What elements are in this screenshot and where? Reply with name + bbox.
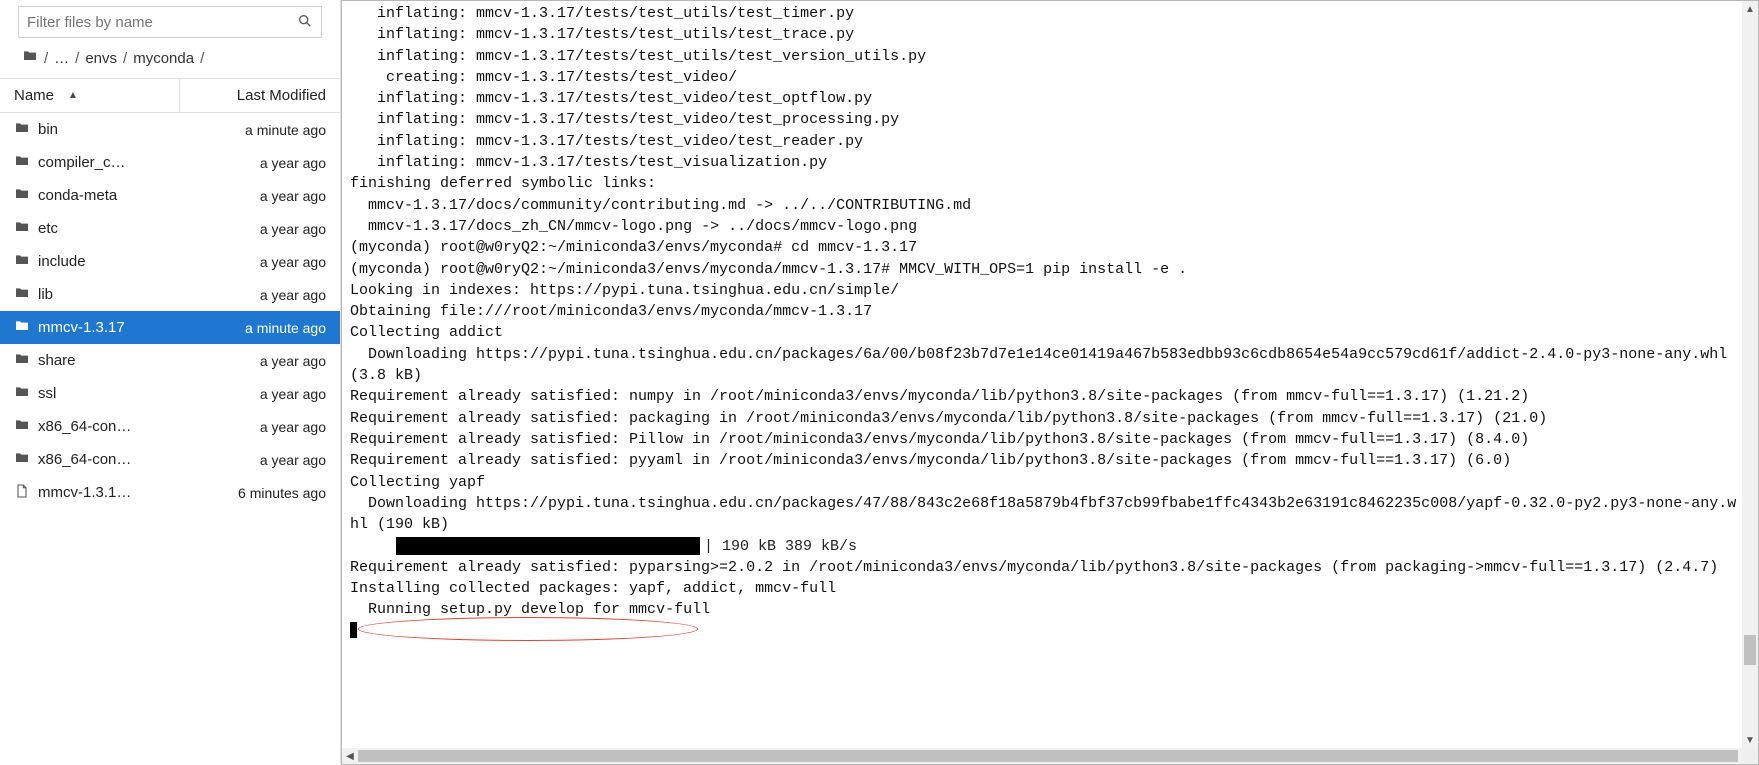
breadcrumb-sep: / (75, 50, 79, 67)
file-modified: a year ago (176, 254, 326, 270)
column-header-modified[interactable]: Last Modified (180, 79, 340, 112)
file-row[interactable]: includea year ago (0, 245, 340, 278)
file-modified: a year ago (176, 155, 326, 171)
file-list[interactable]: bina minute agocompiler_c…a year agocond… (0, 113, 340, 765)
folder-icon (14, 318, 38, 338)
column-header-name-label: Name (14, 87, 54, 104)
file-modified: a year ago (176, 353, 326, 369)
horizontal-scrollbar[interactable]: ◀ ▶ (342, 748, 1742, 764)
file-row[interactable]: bina minute ago (0, 113, 340, 146)
breadcrumb-sep: / (200, 50, 204, 67)
file-name: x86_64-con… (38, 418, 176, 435)
progress-label: | 190 kB 389 kB/s (704, 538, 857, 555)
breadcrumb-sep: / (44, 50, 48, 67)
file-modified: a year ago (176, 419, 326, 435)
breadcrumb-part[interactable]: … (54, 50, 69, 67)
breadcrumb-sep: / (123, 50, 127, 67)
file-row[interactable]: liba year ago (0, 278, 340, 311)
file-icon (14, 483, 38, 503)
file-row[interactable]: ssla year ago (0, 377, 340, 410)
file-row[interactable]: mmcv-1.3.17a minute ago (0, 311, 340, 344)
folder-icon (14, 186, 38, 206)
folder-icon[interactable] (22, 48, 38, 68)
progress-bar (396, 537, 700, 555)
hscroll-thumb[interactable] (358, 750, 1738, 762)
column-headers: Name ▲ Last Modified (0, 78, 340, 113)
file-row[interactable]: etca year ago (0, 212, 340, 245)
breadcrumb-part[interactable]: envs (85, 50, 117, 67)
folder-icon (14, 120, 38, 140)
folder-icon (14, 417, 38, 437)
vscroll-track[interactable] (1742, 17, 1758, 732)
file-modified: a minute ago (176, 122, 326, 138)
file-name: bin (38, 121, 176, 138)
terminal-output[interactable]: inflating: mmcv-1.3.17/tests/test_utils/… (342, 1, 1742, 748)
file-modified: 6 minutes ago (176, 485, 326, 501)
progress-line: | 190 kB 389 kB/s (350, 535, 1738, 556)
file-name: etc (38, 220, 176, 237)
file-name: mmcv-1.3.1… (38, 484, 176, 501)
file-browser-panel: / … / envs / myconda / Name ▲ Last Modif… (0, 0, 341, 765)
folder-icon (14, 384, 38, 404)
file-name: lib (38, 286, 176, 303)
folder-icon (14, 285, 38, 305)
search-icon (297, 13, 313, 32)
folder-icon (14, 351, 38, 371)
file-name: mmcv-1.3.17 (38, 319, 176, 336)
filter-input[interactable] (27, 14, 297, 31)
vertical-scrollbar[interactable]: ▲ ▼ (1742, 1, 1758, 748)
scroll-down-icon[interactable]: ▼ (1742, 732, 1758, 748)
filter-box (18, 6, 322, 38)
terminal-text: Requirement already satisfied: pyparsing… (350, 557, 1738, 621)
scroll-corner (1742, 748, 1758, 764)
file-modified: a year ago (176, 386, 326, 402)
file-name: include (38, 253, 176, 270)
file-modified: a year ago (176, 221, 326, 237)
breadcrumb: / … / envs / myconda / (0, 44, 340, 78)
folder-icon (14, 252, 38, 272)
scroll-up-icon[interactable]: ▲ (1742, 1, 1758, 17)
folder-icon (14, 219, 38, 239)
file-modified: a year ago (176, 452, 326, 468)
file-row[interactable]: sharea year ago (0, 344, 340, 377)
file-modified: a minute ago (176, 320, 326, 336)
file-name: conda-meta (38, 187, 176, 204)
file-name: x86_64-con… (38, 451, 176, 468)
file-modified: a year ago (176, 287, 326, 303)
vscroll-thumb[interactable] (1744, 635, 1756, 665)
folder-icon (14, 450, 38, 470)
file-modified: a year ago (176, 188, 326, 204)
file-row[interactable]: compiler_c…a year ago (0, 146, 340, 179)
file-row[interactable]: x86_64-con…a year ago (0, 443, 340, 476)
file-row[interactable]: mmcv-1.3.1…6 minutes ago (0, 476, 340, 509)
file-name: share (38, 352, 176, 369)
terminal-text: inflating: mmcv-1.3.17/tests/test_utils/… (350, 3, 1738, 535)
filter-wrap (0, 0, 340, 44)
file-row[interactable]: conda-metaa year ago (0, 179, 340, 212)
folder-icon (14, 153, 38, 173)
terminal-panel: inflating: mmcv-1.3.17/tests/test_utils/… (341, 0, 1759, 765)
file-name: ssl (38, 385, 176, 402)
breadcrumb-part[interactable]: myconda (133, 50, 194, 67)
file-row[interactable]: x86_64-con…a year ago (0, 410, 340, 443)
file-name: compiler_c… (38, 154, 176, 171)
scroll-left-icon[interactable]: ◀ (342, 748, 358, 764)
column-header-name[interactable]: Name ▲ (0, 79, 180, 112)
sort-caret-icon: ▲ (68, 90, 78, 101)
terminal-cursor (350, 622, 357, 638)
hscroll-track[interactable] (358, 748, 1726, 764)
